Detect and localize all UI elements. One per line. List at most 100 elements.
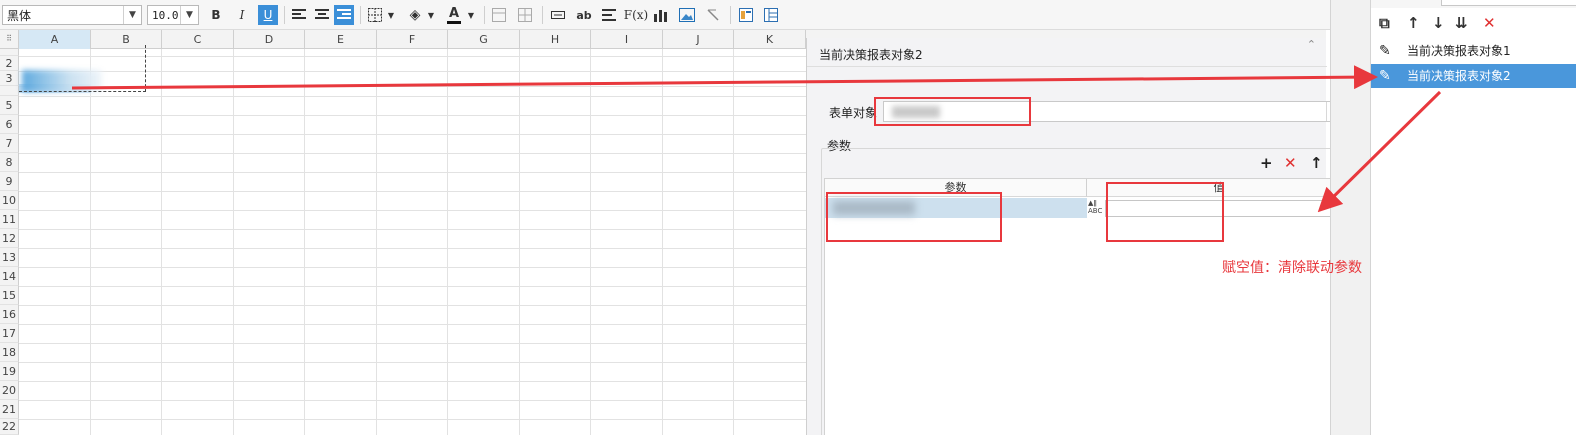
bar-chart-icon[interactable] (652, 5, 670, 25)
grid-line (733, 49, 734, 435)
arrow-down-icon[interactable]: ↓ (1432, 14, 1445, 32)
grid-line (19, 134, 806, 135)
list-toolbar: ⧉ ↑ ↓ ⇊ ✕ (1371, 12, 1576, 38)
chevron-down-icon[interactable]: ▼ (426, 5, 436, 25)
font-size-select[interactable]: 10.0 ▼ (147, 5, 199, 25)
bold-button[interactable]: B (207, 5, 225, 25)
widget-icon[interactable] (737, 5, 755, 25)
grid-line (662, 49, 663, 435)
annotation-note: 赋空值：清除联动参数 (1222, 260, 1362, 276)
column-header[interactable]: E (305, 30, 377, 49)
column-header[interactable]: H (520, 30, 591, 49)
row-header[interactable]: 6 (0, 115, 19, 134)
grid-line (19, 191, 806, 192)
grid-line (19, 362, 806, 363)
delete-icon[interactable]: ✕ (1284, 154, 1297, 172)
row-header[interactable]: 20 (0, 381, 19, 400)
value-type-badge[interactable]: ▲ǁ ABC (1088, 199, 1102, 215)
row-header[interactable]: 12 (0, 229, 19, 248)
insert-formula-button[interactable]: F(x) (624, 5, 648, 25)
toolbar-separator (360, 6, 361, 24)
row-header[interactable]: 22 (0, 419, 19, 435)
align-center-icon[interactable] (313, 5, 331, 25)
chevron-down-icon[interactable]: ▼ (123, 6, 141, 24)
column-header[interactable]: G (448, 30, 520, 49)
font-size-value: 10.0 (152, 8, 179, 22)
image-icon[interactable] (678, 5, 696, 25)
row-header[interactable]: 13 (0, 248, 19, 267)
align-left-icon[interactable] (290, 5, 308, 25)
column-header[interactable]: I (591, 30, 663, 49)
row-header[interactable]: 9 (0, 172, 19, 191)
grid-line (19, 96, 806, 97)
list-item-label: 当前决策报表对象2 (1407, 69, 1511, 83)
row-header[interactable]: 16 (0, 305, 19, 324)
insert-text-field-icon[interactable] (549, 5, 567, 25)
row-header[interactable]: 3 (0, 71, 19, 86)
fill-color-icon[interactable]: ◈ (406, 5, 424, 25)
chevron-down-icon[interactable]: ▼ (180, 6, 198, 24)
font-family-value: 黑体 (7, 8, 32, 23)
row-header[interactable]: 11 (0, 210, 19, 229)
font-color-swatch (447, 20, 461, 24)
split-cells-icon[interactable] (516, 5, 534, 25)
column-header[interactable]: D (234, 30, 305, 49)
border-icon[interactable] (366, 5, 384, 25)
column-header[interactable]: C (162, 30, 234, 49)
copy-selection-outline (19, 45, 146, 92)
chevron-down-icon[interactable]: ▼ (466, 5, 476, 25)
table-layout-icon[interactable] (762, 5, 780, 25)
row-header[interactable]: 17 (0, 324, 19, 343)
highlight-param-name (826, 192, 1002, 242)
list-item[interactable]: ✎ 当前决策报表对象1 (1371, 39, 1576, 63)
row-header[interactable]: 2 (0, 56, 19, 71)
insert-rich-text-icon[interactable] (600, 5, 618, 25)
column-header[interactable]: J (663, 30, 734, 49)
font-family-select[interactable]: 黑体 ▼ (2, 5, 142, 25)
delete-icon[interactable]: ✕ (1483, 14, 1496, 32)
spreadsheet-grid[interactable]: ⠿ A B C D E F G H I J K 2 3 5 6 7 8 9 10… (0, 30, 806, 435)
italic-button[interactable]: I (233, 5, 251, 25)
copy-icon[interactable]: ⧉ (1379, 14, 1390, 32)
row-header[interactable]: 7 (0, 134, 19, 153)
add-icon[interactable]: + (1260, 154, 1273, 172)
arrow-up-icon[interactable]: ↑ (1407, 14, 1420, 32)
row-header[interactable] (0, 49, 19, 56)
list-item[interactable]: ✎ 当前决策报表对象2 (1371, 64, 1576, 88)
edit-icon[interactable]: ✎ (1379, 64, 1391, 88)
insert-text-button[interactable]: ab (574, 5, 594, 25)
grid-line (19, 267, 806, 268)
grid-line (447, 49, 448, 435)
grid-line (19, 305, 806, 306)
row-header[interactable]: 15 (0, 286, 19, 305)
row-header[interactable]: 10 (0, 191, 19, 210)
underline-button[interactable]: U (258, 5, 278, 25)
move-to-bottom-icon[interactable]: ⇊ (1455, 14, 1468, 32)
row-header[interactable]: 18 (0, 343, 19, 362)
chevron-up-icon[interactable]: ⌃ (1307, 38, 1316, 51)
row-header[interactable]: 5 (0, 96, 19, 115)
arrow-up-icon[interactable]: ↑ (1310, 154, 1323, 172)
chevron-down-icon[interactable]: ▼ (386, 5, 396, 25)
grid-line (519, 49, 520, 435)
font-color-label: A (448, 5, 460, 21)
row-header[interactable]: 14 (0, 267, 19, 286)
align-right-icon[interactable] (334, 5, 354, 25)
font-color-button[interactable]: A (445, 5, 463, 25)
row-header[interactable]: 19 (0, 362, 19, 381)
column-header[interactable]: F (377, 30, 448, 49)
grid-line (590, 49, 591, 435)
panel-side-rail (1331, 0, 1371, 435)
merge-cells-icon[interactable] (490, 5, 508, 25)
panel-top-input[interactable] (1441, 0, 1576, 6)
select-all-corner[interactable]: ⠿ (0, 30, 19, 49)
highlight-param-value (1106, 182, 1224, 242)
row-header[interactable]: 8 (0, 153, 19, 172)
column-header[interactable]: K (734, 30, 806, 49)
row-header[interactable]: 21 (0, 400, 19, 419)
edit-icon[interactable]: ✎ (1379, 39, 1391, 63)
toolbar-separator (484, 6, 485, 24)
grid-line (376, 49, 377, 435)
slash-icon[interactable] (704, 5, 722, 25)
row-header[interactable] (0, 86, 19, 96)
